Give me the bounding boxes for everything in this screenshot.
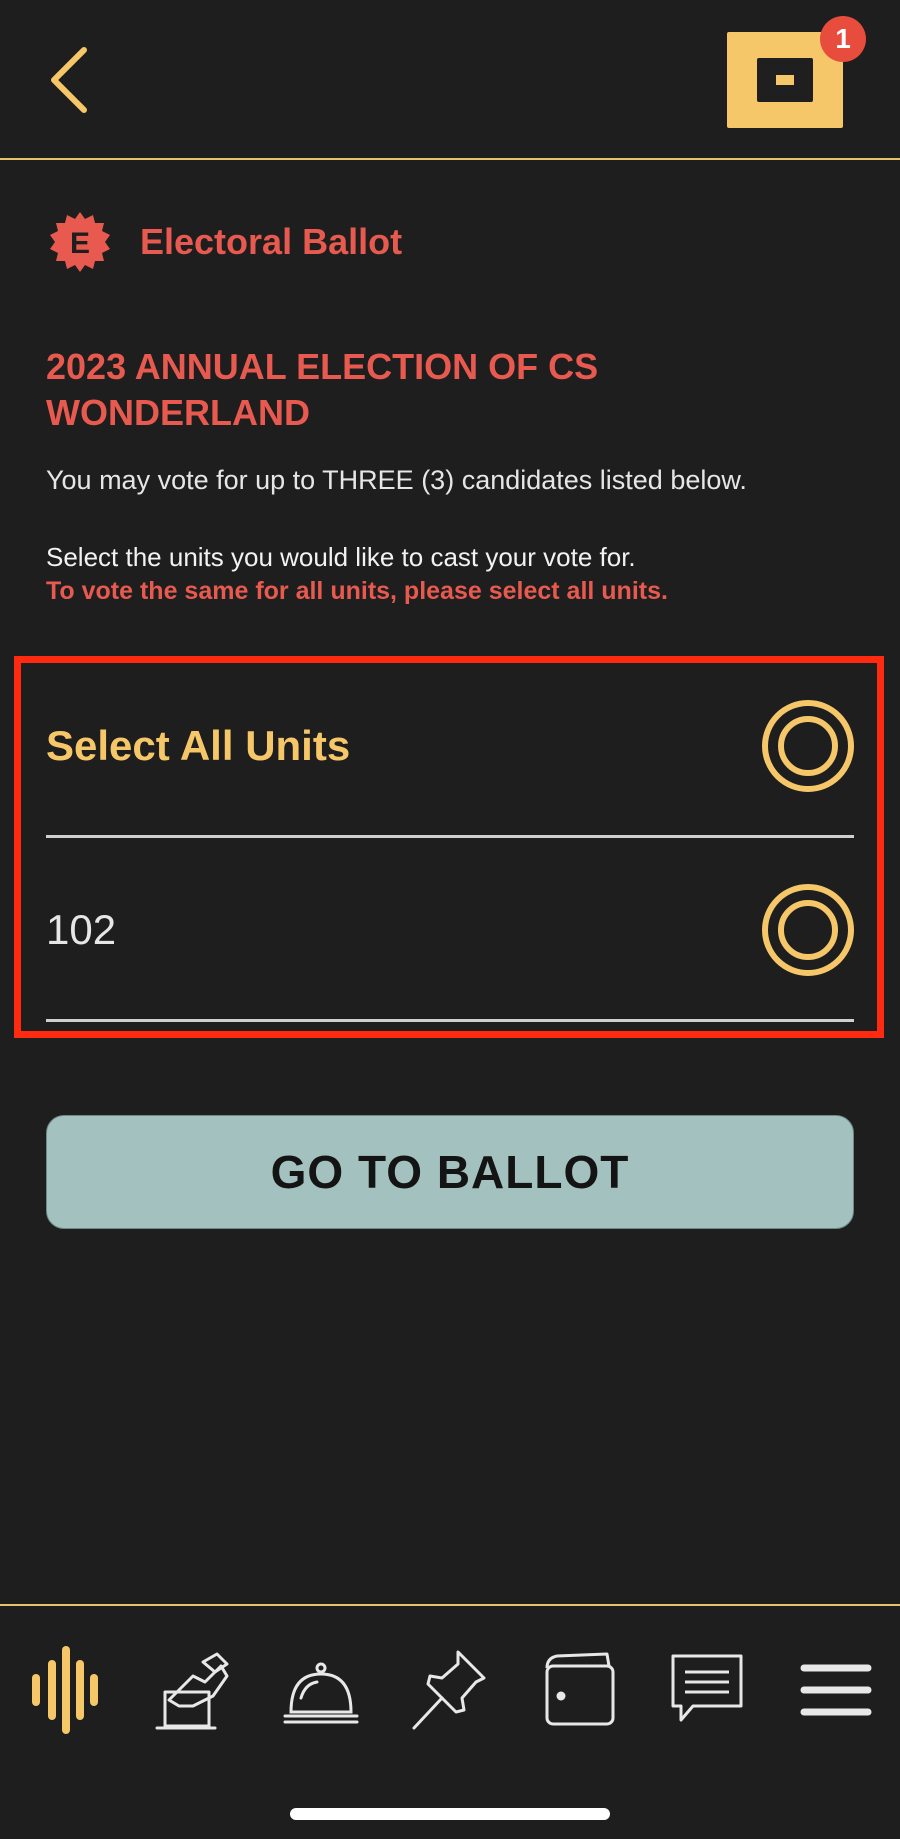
electoral-seal-icon: E [48,210,112,274]
header-divider [0,158,900,160]
unit-102-radio[interactable] [762,884,854,976]
section-title: Electoral Ballot [140,221,403,262]
select-all-note: To vote the same for all units, please s… [46,577,668,605]
row-divider [46,1019,854,1022]
select-all-radio[interactable] [762,700,854,792]
unit-row-select-all[interactable]: Select All Units [46,654,854,838]
select-units-prompt: Select the units you would like to cast … [46,542,636,572]
audio-wave-icon [32,1646,98,1734]
wallet-icon [545,1652,615,1726]
nav-service[interactable] [271,1640,371,1740]
service-bell-icon [283,1662,359,1724]
ballot-slot-icon [757,58,813,102]
unit-label: 102 [46,906,117,953]
go-to-ballot-button[interactable]: GO TO BALLOT [46,1115,854,1229]
chat-icon [671,1654,743,1722]
nav-vote[interactable] [143,1640,243,1740]
nav-pinned[interactable] [400,1640,500,1740]
chevron-left-icon [51,47,87,113]
bottom-nav-divider [0,1604,900,1606]
seal-letter: E [70,227,90,260]
nav-wallet[interactable] [529,1640,629,1740]
nav-menu[interactable] [786,1640,886,1740]
nav-audio[interactable] [14,1640,114,1740]
election-title: 2023 ANNUAL ELECTION OF CS WONDERLAND [46,346,599,433]
back-button[interactable] [40,40,100,120]
nav-messages[interactable] [657,1640,757,1740]
home-indicator[interactable] [290,1808,610,1820]
pushpin-icon [412,1650,486,1730]
hand-voting-icon [155,1652,229,1730]
notification-badge: 1 [820,16,866,62]
select-all-label: Select All Units [46,722,351,769]
voting-instructions: You may vote for up to THREE (3) candida… [46,465,747,495]
unit-row-102[interactable]: 102 [46,838,854,1022]
menu-icon [800,1664,872,1716]
